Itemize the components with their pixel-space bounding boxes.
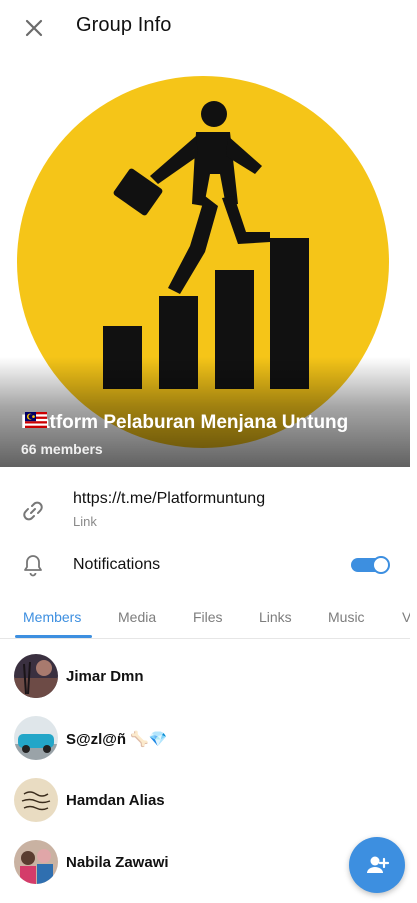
add-user-icon [367, 856, 390, 873]
link-icon [23, 501, 43, 521]
active-tab-indicator [15, 635, 92, 638]
member-count: 66 members [21, 441, 103, 457]
close-icon [25, 19, 43, 37]
close-button[interactable] [18, 12, 50, 44]
avatar [14, 840, 58, 884]
group-name: Platform Pelaburan Menjana Untung [21, 412, 349, 433]
notifications-toggle[interactable] [351, 556, 390, 574]
media-tabs: Members Media Files Links Music V [0, 597, 410, 639]
bell-icon [24, 555, 42, 577]
member-row[interactable]: Hamdan Alias [0, 770, 410, 832]
member-name: Jimar Dmn [66, 668, 144, 685]
member-row[interactable]: Jimar Dmn [0, 646, 410, 708]
invite-link-label: Link [73, 514, 97, 529]
malaysia-flag-icon [25, 412, 47, 428]
tab-files[interactable]: Files [193, 609, 223, 625]
toggle-knob [372, 556, 390, 574]
tab-media[interactable]: Media [118, 609, 156, 625]
member-row[interactable]: S@zl@ñ 🦴💎 [0, 708, 410, 770]
app-header: Group Info [0, 0, 417, 56]
tab-voice[interactable]: V [402, 609, 410, 625]
add-member-button[interactable] [349, 837, 405, 893]
page-title: Group Info [76, 14, 172, 36]
invite-link-url[interactable]: https://t.me/Platformuntung [73, 490, 265, 508]
tab-links[interactable]: Links [259, 609, 292, 625]
member-name: Hamdan Alias [66, 792, 165, 809]
avatar [14, 778, 58, 822]
tab-members[interactable]: Members [23, 609, 81, 625]
avatar [14, 654, 58, 698]
tab-music[interactable]: Music [328, 609, 365, 625]
notifications-row[interactable] [0, 542, 410, 588]
member-name: S@zl@ñ 🦴💎 [66, 731, 168, 748]
notifications-label: Notifications [73, 556, 161, 573]
member-name: Nabila Zawawi [66, 854, 169, 871]
invite-link-row[interactable] [0, 478, 410, 540]
group-photo[interactable]: Platform Pelaburan Menjana Untung 66 mem… [0, 56, 410, 467]
avatar [14, 716, 58, 760]
